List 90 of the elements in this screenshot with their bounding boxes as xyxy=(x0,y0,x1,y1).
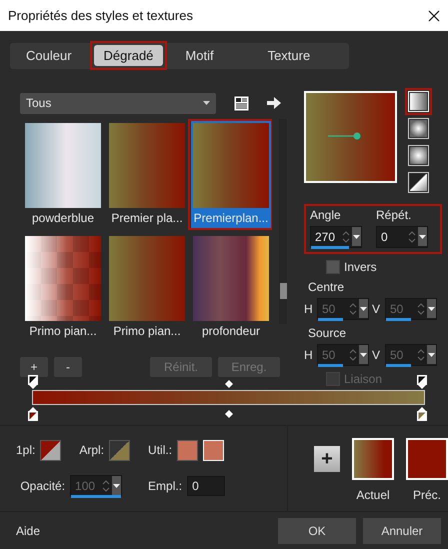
stop-marker-icon[interactable] xyxy=(27,374,39,389)
gradient-thumbnail[interactable]: Primo pian... xyxy=(23,234,103,341)
library-button[interactable]: + xyxy=(20,357,48,377)
gradient-thumbnail[interactable]: Primo pian... xyxy=(107,234,187,341)
field-label: Opacité: xyxy=(20,479,66,493)
tab[interactable]: Motif xyxy=(175,45,224,66)
field-label: Empl.: xyxy=(148,479,182,493)
gradient-style-button[interactable] xyxy=(408,145,429,166)
caret-icon xyxy=(353,234,360,238)
stop-marker-icon[interactable] xyxy=(416,407,428,422)
category-dropdown[interactable]: Tous xyxy=(20,92,216,114)
library-button[interactable]: - xyxy=(54,357,82,377)
spinner-icon xyxy=(349,348,357,362)
thumbnail-label: Primo pian... xyxy=(28,323,98,339)
list-icon[interactable] xyxy=(234,96,249,110)
field-label: Angle xyxy=(310,208,342,222)
checkbox[interactable] xyxy=(326,260,340,274)
thumbnail-label: Premier pla... xyxy=(110,210,184,226)
gradient-preview[interactable] xyxy=(304,91,397,183)
field-value: 100 xyxy=(75,478,96,492)
tab[interactable]: Dégradé xyxy=(94,45,164,66)
gradient-thumbnail[interactable]: Premier pla... xyxy=(107,121,187,228)
midpoint-diamond-icon[interactable] xyxy=(225,380,233,388)
background-swatch-icon[interactable] xyxy=(109,440,130,460)
checkbox-label: Invers xyxy=(344,260,377,274)
spinner-icon xyxy=(102,478,110,492)
gradient-thumbnail[interactable]: powderblue xyxy=(23,121,103,228)
caret-icon xyxy=(360,306,367,310)
spinner-icon xyxy=(408,230,416,244)
field-label: 1pl: xyxy=(16,443,36,457)
caret-icon xyxy=(428,352,435,356)
field-value: 50 xyxy=(322,302,336,316)
color-swatch[interactable] xyxy=(177,440,198,460)
previous-swatch xyxy=(406,438,448,480)
field-label: Arpl: xyxy=(79,443,104,457)
field-value: 50 xyxy=(390,348,404,362)
angle-handle-icon xyxy=(328,131,362,141)
axis-label: H xyxy=(304,348,314,362)
dialog-button[interactable]: OK xyxy=(278,518,356,544)
swatch-label: Préc. xyxy=(412,488,441,502)
tab[interactable]: Couleur xyxy=(16,45,82,66)
spinner-icon xyxy=(417,302,425,316)
spin-field[interactable]: 270 xyxy=(310,226,362,248)
group-label: Centre xyxy=(308,280,346,294)
foreground-swatch-icon[interactable] xyxy=(40,440,62,460)
dialog-button[interactable]: Annuler xyxy=(363,518,441,544)
axis-label: V xyxy=(372,348,382,362)
field-value: 50 xyxy=(390,302,404,316)
caret-icon xyxy=(419,234,426,238)
thumbnail-label: profondeur xyxy=(200,323,262,339)
checkbox-label: Liaison xyxy=(344,372,382,386)
gradient-thumbnail[interactable]: profondeur xyxy=(191,234,271,341)
group-label: Source xyxy=(308,326,348,340)
caret-icon xyxy=(428,306,435,310)
field-value: 0 xyxy=(381,230,389,244)
stop-marker-icon[interactable] xyxy=(27,407,39,422)
arrow-icon[interactable] xyxy=(267,97,281,109)
tab[interactable]: Texture xyxy=(258,45,320,66)
thumbnail-label: Primo pian... xyxy=(112,323,182,339)
spinner-icon xyxy=(417,348,425,362)
gradient-style-button[interactable] xyxy=(408,172,429,193)
axis-label: V xyxy=(372,302,382,316)
midpoint-diamond-icon[interactable] xyxy=(225,410,233,418)
field-value: 270 xyxy=(315,230,336,244)
field-label: Répét. xyxy=(376,208,412,222)
help-link[interactable]: Aide xyxy=(16,524,278,538)
current-swatch xyxy=(352,438,394,480)
thumbnail-label: Premierplan... xyxy=(193,210,269,226)
add-button[interactable]: + xyxy=(314,446,340,472)
spinner-icon xyxy=(349,302,357,316)
scrollbar[interactable] xyxy=(279,119,287,324)
spinner-icon xyxy=(342,230,350,244)
caret-icon xyxy=(360,352,367,356)
gradient-style-button[interactable] xyxy=(408,118,429,139)
stop-marker-icon[interactable] xyxy=(416,374,428,389)
caret-icon xyxy=(203,101,210,105)
spin-field[interactable]: 0 xyxy=(376,226,428,248)
close-icon[interactable] xyxy=(428,10,440,22)
gradient-bar[interactable] xyxy=(32,390,425,405)
scroll-thumb[interactable] xyxy=(280,283,286,299)
gradient-thumbnail[interactable]: Premierplan... xyxy=(191,121,271,228)
axis-label: H xyxy=(304,302,314,316)
field-label: Util.: xyxy=(148,443,172,457)
field-value: 50 xyxy=(322,348,336,362)
window-title: Propriétés des styles et textures xyxy=(8,8,193,23)
swatch-label: Actuel xyxy=(356,488,390,502)
dropdown-value: Tous xyxy=(26,96,52,110)
location-field[interactable]: 0 xyxy=(187,476,226,496)
thumbnail-label: powderblue xyxy=(30,210,96,226)
caret-icon xyxy=(113,484,120,488)
